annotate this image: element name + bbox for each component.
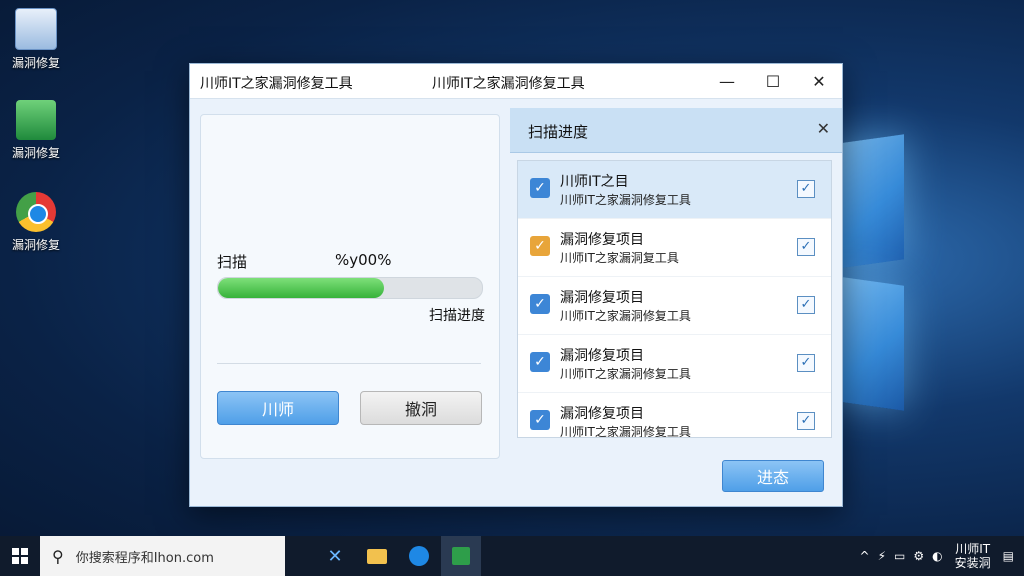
battery-icon[interactable]: ▭ <box>894 549 905 563</box>
repair-item-list[interactable]: ✓ 川师IT之目 川师IT之家漏洞修复工具 ✓ ✓ 漏洞修复项目 川师IT之家漏… <box>517 160 832 438</box>
item-title: 漏洞修复项目 <box>560 290 644 306</box>
progress-panel: 扫描进度 ✕ ✓ 川师IT之目 川师IT之家漏洞修复工具 ✓ ✓ 漏洞修复项目 … <box>510 108 842 506</box>
desktop-icon-label: 漏洞修复 <box>11 238 60 252</box>
item-title: 漏洞修复项目 <box>560 232 644 248</box>
scan-percent: %y00% <box>335 251 392 269</box>
clock-line-1: 川师IT <box>955 542 991 556</box>
desktop-icon-label: 漏洞修复 <box>11 56 60 70</box>
item-subtitle: 川师IT之家漏洞修复工具 <box>560 367 691 381</box>
scan-label: 扫描 <box>217 253 248 271</box>
document-icon <box>15 8 57 50</box>
windows-start-icon[interactable] <box>0 536 40 576</box>
item-checkbox-icon[interactable]: ✓ <box>530 236 550 256</box>
desktop-icon-1[interactable]: 漏洞修复 <box>6 8 66 71</box>
minimize-button[interactable]: — <box>704 64 750 98</box>
item-right-checkbox[interactable]: ✓ <box>797 412 815 430</box>
taskbar-search[interactable]: ⚲ 你搜索程序和Ihon.com <box>40 536 285 576</box>
item-subtitle: 川师IT之家漏洞复工具 <box>560 251 679 265</box>
clock[interactable]: 川师IT 安装洞 <box>955 542 991 570</box>
system-tray: ^ ⚡ ▭ ⚙ ◐ 川师IT 安装洞 ▤ <box>856 536 1024 576</box>
window-title-center: 川师IT之家漏洞修复工具 <box>432 76 585 92</box>
desktop-icon-2[interactable]: 漏洞修复 <box>6 100 66 161</box>
desktop-icon-3[interactable]: 漏洞修复 <box>6 192 66 253</box>
list-item[interactable]: ✓ 漏洞修复项目 川师IT之家漏洞修复工具 ✓ <box>518 335 831 393</box>
item-title: 漏洞修复项目 <box>560 348 644 364</box>
item-title: 川师IT之目 <box>560 174 629 190</box>
file-explorer-icon[interactable] <box>357 536 397 576</box>
desktop-icon-label: 漏洞修复 <box>11 146 60 160</box>
progress-fill <box>218 278 385 298</box>
item-subtitle: 川师IT之家漏洞修复工具 <box>560 309 691 323</box>
search-text: 你搜索程序和Ihon.com <box>75 550 214 566</box>
maximize-button[interactable]: ☐ <box>750 64 796 98</box>
list-item[interactable]: ✓ 漏洞修复项目 川师IT之家漏洞修复工具 ✓ <box>518 393 831 438</box>
notification-icon[interactable]: ▤ <box>1003 549 1014 563</box>
scan-progress-bar <box>217 277 483 299</box>
item-subtitle: 川师IT之家漏洞修复工具 <box>560 193 691 207</box>
panel-title: 扫描进度 <box>528 123 589 141</box>
repair-tool-taskbar-icon[interactable] <box>441 536 481 576</box>
item-right-checkbox[interactable]: ✓ <box>797 238 815 256</box>
primary-button[interactable]: 川师 <box>217 391 339 425</box>
scan-panel: 扫描 %y00% 扫描进度 川师 撤洞 <box>200 114 500 459</box>
item-right-checkbox[interactable]: ✓ <box>797 354 815 372</box>
search-icon: ⚲ <box>52 546 64 566</box>
edge-icon[interactable]: ✕ <box>315 536 355 576</box>
item-checkbox-icon[interactable]: ✓ <box>530 294 550 314</box>
next-button[interactable]: 进态 <box>722 460 824 492</box>
clock-line-2: 安装洞 <box>954 556 991 570</box>
secondary-button[interactable]: 撤洞 <box>360 391 482 425</box>
item-subtitle: 川师IT之家漏洞修复工具 <box>560 425 691 438</box>
list-item[interactable]: ✓ 川师IT之目 川师IT之家漏洞修复工具 ✓ <box>518 161 831 219</box>
settings-icon[interactable]: ⚙ <box>913 549 924 563</box>
excel-icon <box>16 100 56 140</box>
network-icon[interactable]: ⚡ <box>878 549 886 563</box>
item-title: 漏洞修复项目 <box>560 406 644 422</box>
chrome-icon <box>16 192 56 232</box>
item-checkbox-icon[interactable]: ✓ <box>530 410 550 430</box>
progress-caption: 扫描进度 <box>429 308 485 324</box>
item-right-checkbox[interactable]: ✓ <box>797 296 815 314</box>
panel-close-icon[interactable]: ✕ <box>817 119 830 138</box>
list-item[interactable]: ✓ 漏洞修复项目 川师IT之家漏洞修复工具 ✓ <box>518 277 831 335</box>
chevron-up-icon[interactable]: ^ <box>860 549 870 563</box>
list-item[interactable]: ✓ 漏洞修复项目 川师IT之家漏洞复工具 ✓ <box>518 219 831 277</box>
item-checkbox-icon[interactable]: ✓ <box>530 178 550 198</box>
repair-tool-window: 川师IT之家漏洞修复工具 川师IT之家漏洞修复工具 — ☐ ✕ 扫描 %y00%… <box>189 63 843 507</box>
item-checkbox-icon[interactable]: ✓ <box>530 352 550 372</box>
window-title: 川师IT之家漏洞修复工具 <box>200 76 353 92</box>
divider <box>217 363 481 364</box>
close-button[interactable]: ✕ <box>796 64 842 98</box>
item-right-checkbox[interactable]: ✓ <box>797 180 815 198</box>
volume-icon[interactable]: ◐ <box>932 549 942 563</box>
panel-header: 扫描进度 ✕ <box>510 108 842 153</box>
browser-icon[interactable] <box>399 536 439 576</box>
title-bar[interactable]: 川师IT之家漏洞修复工具 川师IT之家漏洞修复工具 — ☐ ✕ <box>190 64 842 99</box>
taskbar: ⚲ 你搜索程序和Ihon.com ✕ ^ ⚡ ▭ ⚙ ◐ 川师IT 安装洞 ▤ <box>0 536 1024 576</box>
